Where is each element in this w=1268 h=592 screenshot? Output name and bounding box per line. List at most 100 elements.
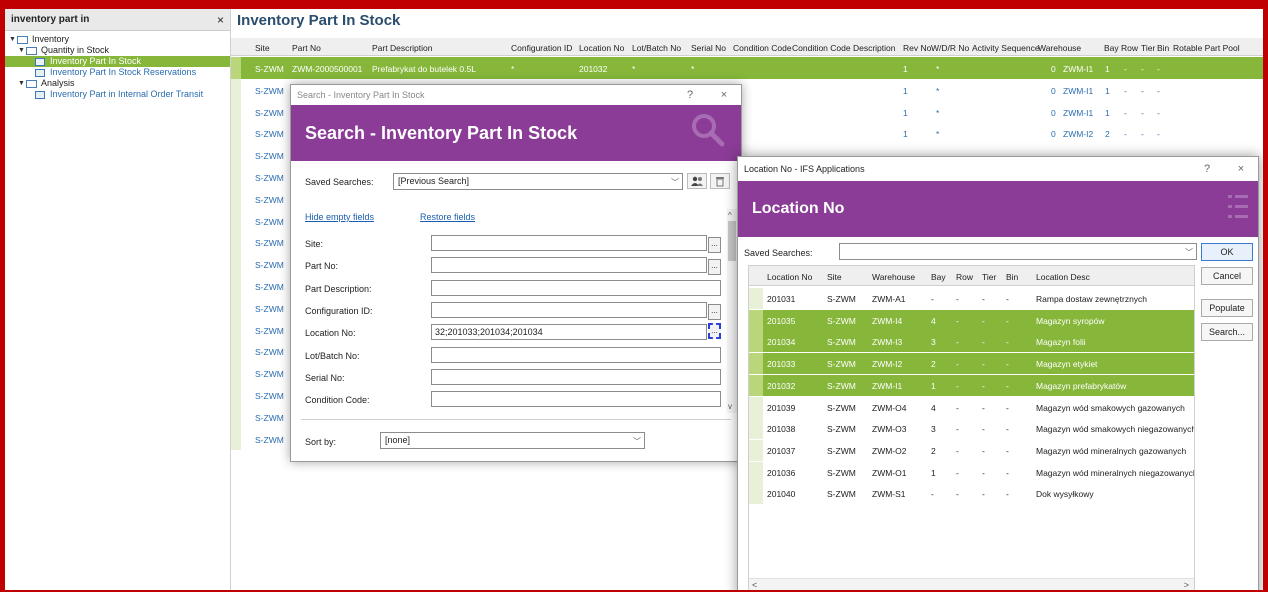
- column-header[interactable]: W/D/R No: [931, 43, 969, 53]
- tree-item[interactable]: ▼ Analysis: [5, 78, 230, 89]
- column-header[interactable]: Serial No: [691, 43, 726, 53]
- column-header[interactable]: Bin: [1157, 43, 1169, 53]
- column-header[interactable]: Configuration ID: [511, 43, 572, 53]
- row-indicator[interactable]: [231, 79, 241, 101]
- scroll-up-icon[interactable]: ^: [728, 211, 732, 220]
- column-header[interactable]: Bay: [1104, 43, 1119, 53]
- row-indicator[interactable]: [749, 418, 763, 440]
- table-row[interactable]: 201036 S-ZWM ZWM-O1 1 - - - Magazyn wód mineral…: [749, 461, 1194, 483]
- expand-triangle-icon[interactable]: ▼: [18, 45, 26, 56]
- lov-button[interactable]: ...: [708, 259, 721, 276]
- saved-searches-select[interactable]: [Previous Search] ﹀: [393, 173, 683, 190]
- table-row[interactable]: 201038 S-ZWM ZWM-O3 3 - - - Magazyn wód smakowy…: [749, 418, 1194, 440]
- table-row[interactable]: 201034 S-ZWM ZWM-I3 3 - - - Magazyn folii: [749, 331, 1194, 353]
- lov-button[interactable]: ...: [708, 237, 721, 253]
- row-indicator[interactable]: [231, 144, 241, 166]
- table-row[interactable]: 201037 S-ZWM ZWM-O2 2 - - - Magazyn wód mineral…: [749, 439, 1194, 461]
- location-grid-hscrollbar[interactable]: < >: [749, 578, 1194, 590]
- row-indicator[interactable]: [231, 275, 241, 297]
- row-indicator[interactable]: [231, 122, 241, 144]
- location-dialog-close-icon[interactable]: ×: [1224, 163, 1258, 175]
- expand-triangle-icon[interactable]: ▼: [9, 34, 17, 45]
- column-header[interactable]: Row: [956, 272, 973, 282]
- field-input[interactable]: [431, 235, 707, 251]
- row-indicator[interactable]: [231, 101, 241, 123]
- column-header[interactable]: Row: [1121, 43, 1138, 53]
- scroll-right-icon[interactable]: >: [1184, 580, 1189, 590]
- location-dialog-help-icon[interactable]: ?: [1190, 163, 1224, 175]
- row-indicator[interactable]: [749, 461, 763, 483]
- column-header[interactable]: Tier: [982, 272, 996, 282]
- column-header[interactable]: Warehouse: [872, 272, 915, 282]
- row-indicator[interactable]: [749, 288, 763, 309]
- scrollbar-thumb[interactable]: [728, 221, 736, 261]
- scroll-down-icon[interactable]: v: [728, 402, 732, 411]
- restore-fields-link[interactable]: Restore fields: [420, 212, 475, 222]
- column-header[interactable]: Location No: [767, 272, 812, 282]
- search-dialog-close-icon[interactable]: ×: [707, 89, 741, 101]
- field-input[interactable]: [431, 368, 721, 385]
- field-input[interactable]: [431, 346, 721, 363]
- table-row[interactable]: 201031 S-ZWM ZWM-A1 - - - - Rampa dostaw zewnęt…: [749, 288, 1194, 309]
- column-header[interactable]: Warehouse: [1038, 43, 1081, 53]
- table-row[interactable]: 201033 S-ZWM ZWM-I2 2 - - - Magazyn etykiet: [749, 353, 1194, 375]
- row-indicator[interactable]: [231, 319, 241, 341]
- field-input[interactable]: [431, 279, 721, 296]
- column-header[interactable]: Site: [255, 43, 270, 53]
- row-indicator[interactable]: [231, 340, 241, 362]
- row-indicator[interactable]: [749, 331, 763, 353]
- cancel-button[interactable]: Cancel: [1201, 267, 1253, 285]
- column-header[interactable]: Location Desc: [1036, 272, 1090, 282]
- populate-button[interactable]: Populate: [1201, 299, 1253, 317]
- field-input[interactable]: 32;201033;201034;201034: [431, 324, 707, 341]
- row-indicator[interactable]: [749, 483, 763, 505]
- column-header[interactable]: Bay: [931, 272, 946, 282]
- field-input[interactable]: [431, 257, 707, 274]
- column-header[interactable]: Tier: [1141, 43, 1155, 53]
- lov-button[interactable]: ...: [708, 323, 721, 340]
- table-row[interactable]: 201032 S-ZWM ZWM-I1 1 - - - Magazyn prefabrykat…: [749, 374, 1194, 396]
- table-row[interactable]: 201035 S-ZWM ZWM-I4 4 - - - Magazyn syropów: [749, 309, 1194, 331]
- column-header[interactable]: Rotable Part Pool: [1173, 43, 1240, 53]
- row-indicator[interactable]: [749, 396, 763, 418]
- lov-button[interactable]: ...: [708, 303, 721, 320]
- column-header[interactable]: Part No: [292, 43, 321, 53]
- sort-by-select[interactable]: [none] ﹀: [380, 432, 645, 449]
- tree-item[interactable]: ▼ Inventory: [5, 34, 230, 45]
- column-header[interactable]: Condition Code Description: [792, 43, 895, 53]
- field-input[interactable]: [431, 301, 707, 318]
- location-saved-searches-select[interactable]: ﹀: [839, 243, 1197, 260]
- trash-icon[interactable]: [710, 173, 730, 189]
- tree-item[interactable]: ▼ Quantity in Stock: [5, 45, 230, 56]
- column-header[interactable]: Site: [827, 272, 842, 282]
- column-header[interactable]: Bin: [1006, 272, 1018, 282]
- row-indicator[interactable]: [231, 210, 241, 232]
- expand-triangle-icon[interactable]: ▼: [18, 78, 26, 89]
- tree-item[interactable]: Inventory Part in Internal Order Transit: [5, 89, 230, 100]
- row-indicator[interactable]: [749, 374, 763, 396]
- row-indicator[interactable]: [231, 57, 241, 79]
- tree-item[interactable]: Inventory Part In Stock: [5, 56, 230, 67]
- navigator-search-text[interactable]: inventory part in: [11, 14, 217, 25]
- hide-empty-fields-link[interactable]: Hide empty fields: [305, 212, 374, 222]
- column-header[interactable]: Part Description: [372, 43, 432, 53]
- column-header[interactable]: Condition Code: [733, 43, 792, 53]
- search-button[interactable]: Search...: [1201, 323, 1253, 341]
- row-indicator[interactable]: [231, 406, 241, 428]
- tree-item[interactable]: Inventory Part In Stock Reservations: [5, 67, 230, 78]
- users-icon[interactable]: [687, 173, 707, 189]
- column-header[interactable]: Rev No: [903, 43, 931, 53]
- row-indicator[interactable]: [231, 428, 241, 450]
- column-header[interactable]: Lot/Batch No: [632, 43, 681, 53]
- column-header[interactable]: Activity Sequence: [972, 43, 1040, 53]
- column-header[interactable]: Location No: [579, 43, 624, 53]
- row-indicator[interactable]: [749, 353, 763, 375]
- row-indicator[interactable]: [231, 188, 241, 210]
- row-indicator[interactable]: [231, 166, 241, 188]
- row-indicator[interactable]: [231, 231, 241, 253]
- field-input[interactable]: [431, 391, 721, 408]
- row-indicator[interactable]: [749, 309, 763, 331]
- row-indicator[interactable]: [231, 384, 241, 406]
- search-fields-scrollbar[interactable]: ^ v: [727, 209, 737, 413]
- table-row[interactable]: S-ZWM ZWM-2000500001 Prefabrykat do butele…: [231, 57, 1263, 79]
